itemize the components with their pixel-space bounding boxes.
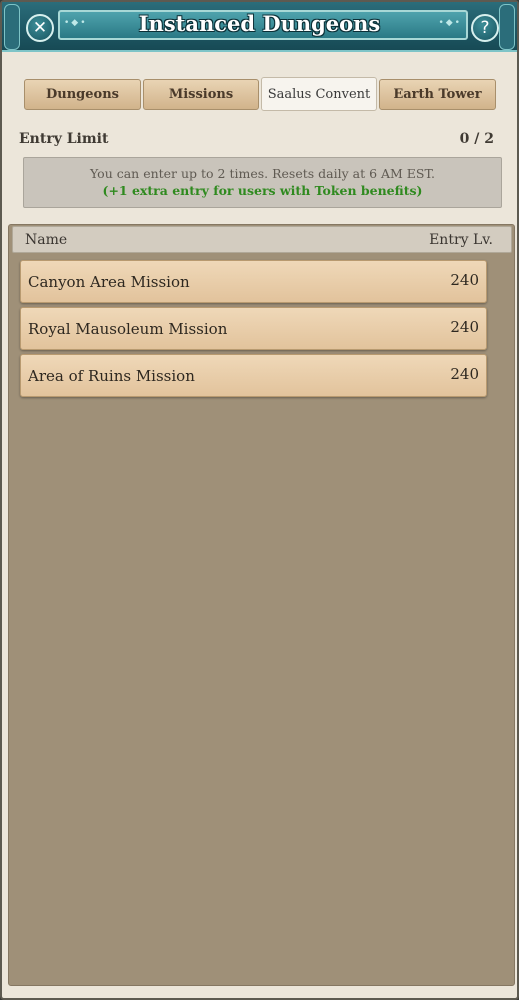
- entry-info-box: You can enter up to 2 times. Resets dail…: [23, 157, 502, 208]
- tab-earth-tower[interactable]: Earth Tower: [379, 79, 496, 110]
- window-title: Instanced Dungeons: [138, 11, 381, 36]
- dungeon-name: Canyon Area Mission: [28, 273, 190, 291]
- tab-dungeons[interactable]: Dungeons: [24, 79, 141, 110]
- token-bonus-text: (+1 extra entry for users with Token ben…: [102, 183, 423, 198]
- help-button[interactable]: ?: [471, 14, 499, 42]
- column-header-name: Name: [25, 232, 68, 248]
- dungeon-name: Royal Mausoleum Mission: [28, 320, 228, 338]
- tab-missions[interactable]: Missions: [143, 79, 259, 110]
- dungeon-name: Area of Ruins Mission: [28, 367, 195, 385]
- list-item[interactable]: Canyon Area Mission 240: [20, 260, 487, 303]
- title-bar[interactable]: ✕ •◆• •◆• Instanced Dungeons ?: [2, 2, 517, 52]
- dungeon-entry-level: 240: [450, 318, 479, 336]
- list-header: Name Entry Lv.: [12, 226, 512, 253]
- column-header-entry-level: Entry Lv.: [429, 232, 493, 248]
- dungeon-entry-level: 240: [450, 271, 479, 289]
- tab-saalus-convent[interactable]: Saalus Convent: [261, 77, 377, 111]
- list-item[interactable]: Area of Ruins Mission 240: [20, 354, 487, 397]
- dungeon-entry-level: 240: [450, 365, 479, 383]
- list-item[interactable]: Royal Mausoleum Mission 240: [20, 307, 487, 350]
- entry-info-text: You can enter up to 2 times. Resets dail…: [90, 166, 435, 181]
- entry-limit-count: 0 / 2: [459, 131, 494, 147]
- question-mark-icon: ?: [480, 18, 490, 38]
- entry-limit-label: Entry Limit: [19, 131, 109, 147]
- instanced-dungeons-window: ✕ •◆• •◆• Instanced Dungeons ? Dungeons …: [0, 0, 519, 1000]
